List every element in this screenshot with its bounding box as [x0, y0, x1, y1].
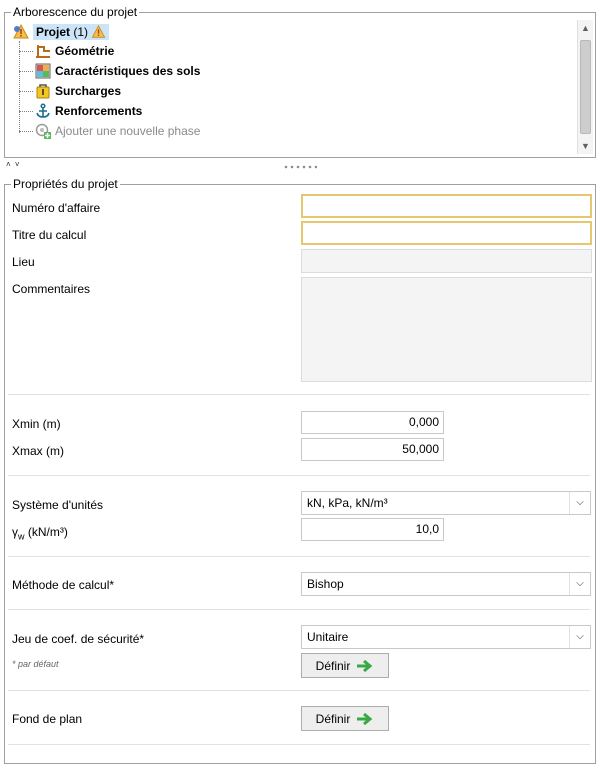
jeu-coef-value: Unitaire [307, 630, 349, 644]
soil-icon [35, 63, 51, 79]
anchor-icon [35, 103, 51, 119]
tree-connector [19, 131, 33, 132]
load-icon [35, 83, 51, 99]
jeu-coef-label: Jeu de coef. de sécurité* [12, 632, 145, 646]
separator [8, 556, 590, 557]
tree-item-renforcements[interactable]: Renforcements [35, 101, 142, 121]
methode-calcul-label: Méthode de calcul* [12, 578, 115, 592]
tree-item-sols[interactable]: Caractéristiques des sols [35, 61, 200, 81]
xmin-input[interactable]: 0,000 [301, 411, 444, 434]
tree-connector [19, 41, 20, 133]
collapse-arrows-icon[interactable]: ˄ ˅ [6, 160, 21, 169]
default-note: * par défaut [12, 659, 59, 669]
separator [8, 744, 590, 745]
titre-calcul-label: Titre du calcul [12, 228, 87, 242]
lieu-input[interactable] [301, 249, 592, 273]
definir-label: Définir [315, 658, 351, 673]
tree-item-label: Surcharges [55, 84, 122, 98]
projet-count: (1) [73, 25, 89, 39]
arrow-right-icon [357, 659, 373, 672]
splitter-grip-icon[interactable] [283, 165, 317, 169]
properties-group-title: Propriétés du projet [11, 177, 120, 191]
unit-system-select[interactable]: kN, kPa, kN/m³ ⌵ [301, 491, 591, 515]
tree-item-label: Caractéristiques des sols [55, 64, 201, 78]
numero-affaire-label: Numéro d'affaire [12, 201, 101, 215]
tree-item-label: Renforcements [55, 104, 143, 118]
commentaires-textarea[interactable] [301, 277, 592, 382]
tree-connector [19, 111, 33, 112]
tree-item-add-phase[interactable]: Ajouter une nouvelle phase [35, 121, 200, 141]
tree-connector [19, 51, 33, 52]
tree-item-projet[interactable]: Projet (1) [13, 22, 110, 42]
chevron-down-icon[interactable]: ⌵ [569, 492, 590, 514]
tree-connector [19, 71, 33, 72]
separator [8, 475, 590, 476]
tree-item-label: Géométrie [55, 44, 115, 58]
separator [8, 394, 590, 395]
definir-fond-plan-button[interactable]: Définir [301, 706, 389, 731]
add-phase-icon [35, 123, 51, 139]
xmax-input[interactable]: 50,000 [301, 438, 444, 461]
warning-icon [92, 24, 106, 38]
gamma-w-label: γw (kN/m³) [12, 525, 68, 541]
scroll-up-icon[interactable]: ▲ [578, 20, 593, 36]
lieu-label: Lieu [12, 255, 35, 269]
tree-item-geometrie[interactable]: Géométrie [35, 41, 114, 61]
scroll-thumb[interactable] [580, 40, 591, 134]
chevron-down-icon[interactable]: ⌵ [569, 626, 590, 648]
tree-connector [19, 91, 33, 92]
separator [8, 690, 590, 691]
xmax-label: Xmax (m) [12, 444, 64, 458]
gamma-unit: (kN/m³) [24, 525, 68, 539]
tree-scrollbar[interactable]: ▲ ▼ [577, 20, 593, 154]
gamma-w-input[interactable]: 10,0 [301, 518, 444, 541]
projet-label: Projet [36, 25, 71, 39]
projet-selected-label: Projet (1) [33, 24, 110, 40]
geometry-icon [35, 43, 51, 59]
unit-system-label: Système d'unités [12, 498, 104, 512]
definir-coef-button[interactable]: Définir [301, 653, 389, 678]
numero-affaire-input[interactable] [301, 194, 592, 218]
tree-item-label: Ajouter une nouvelle phase [55, 124, 201, 138]
tree-item-surcharges[interactable]: Surcharges [35, 81, 121, 101]
fond-plan-label: Fond de plan [12, 712, 83, 726]
arrow-right-icon [357, 712, 373, 725]
definir-label: Définir [315, 711, 351, 726]
scroll-down-icon[interactable]: ▼ [578, 138, 593, 154]
chevron-down-icon[interactable]: ⌵ [569, 573, 590, 595]
methode-calcul-select[interactable]: Bishop ⌵ [301, 572, 591, 596]
commentaires-label: Commentaires [12, 282, 91, 296]
project-tree-group: Arborescence du projet Projet (1) Géomét… [4, 5, 596, 158]
tree-group-title: Arborescence du projet [11, 5, 140, 19]
project-warning-icon [13, 23, 29, 40]
methode-calcul-value: Bishop [307, 577, 344, 591]
separator [8, 609, 590, 610]
titre-calcul-input[interactable] [301, 221, 592, 245]
xmin-label: Xmin (m) [12, 417, 61, 431]
jeu-coef-select[interactable]: Unitaire ⌵ [301, 625, 591, 649]
unit-system-value: kN, kPa, kN/m³ [307, 496, 388, 510]
